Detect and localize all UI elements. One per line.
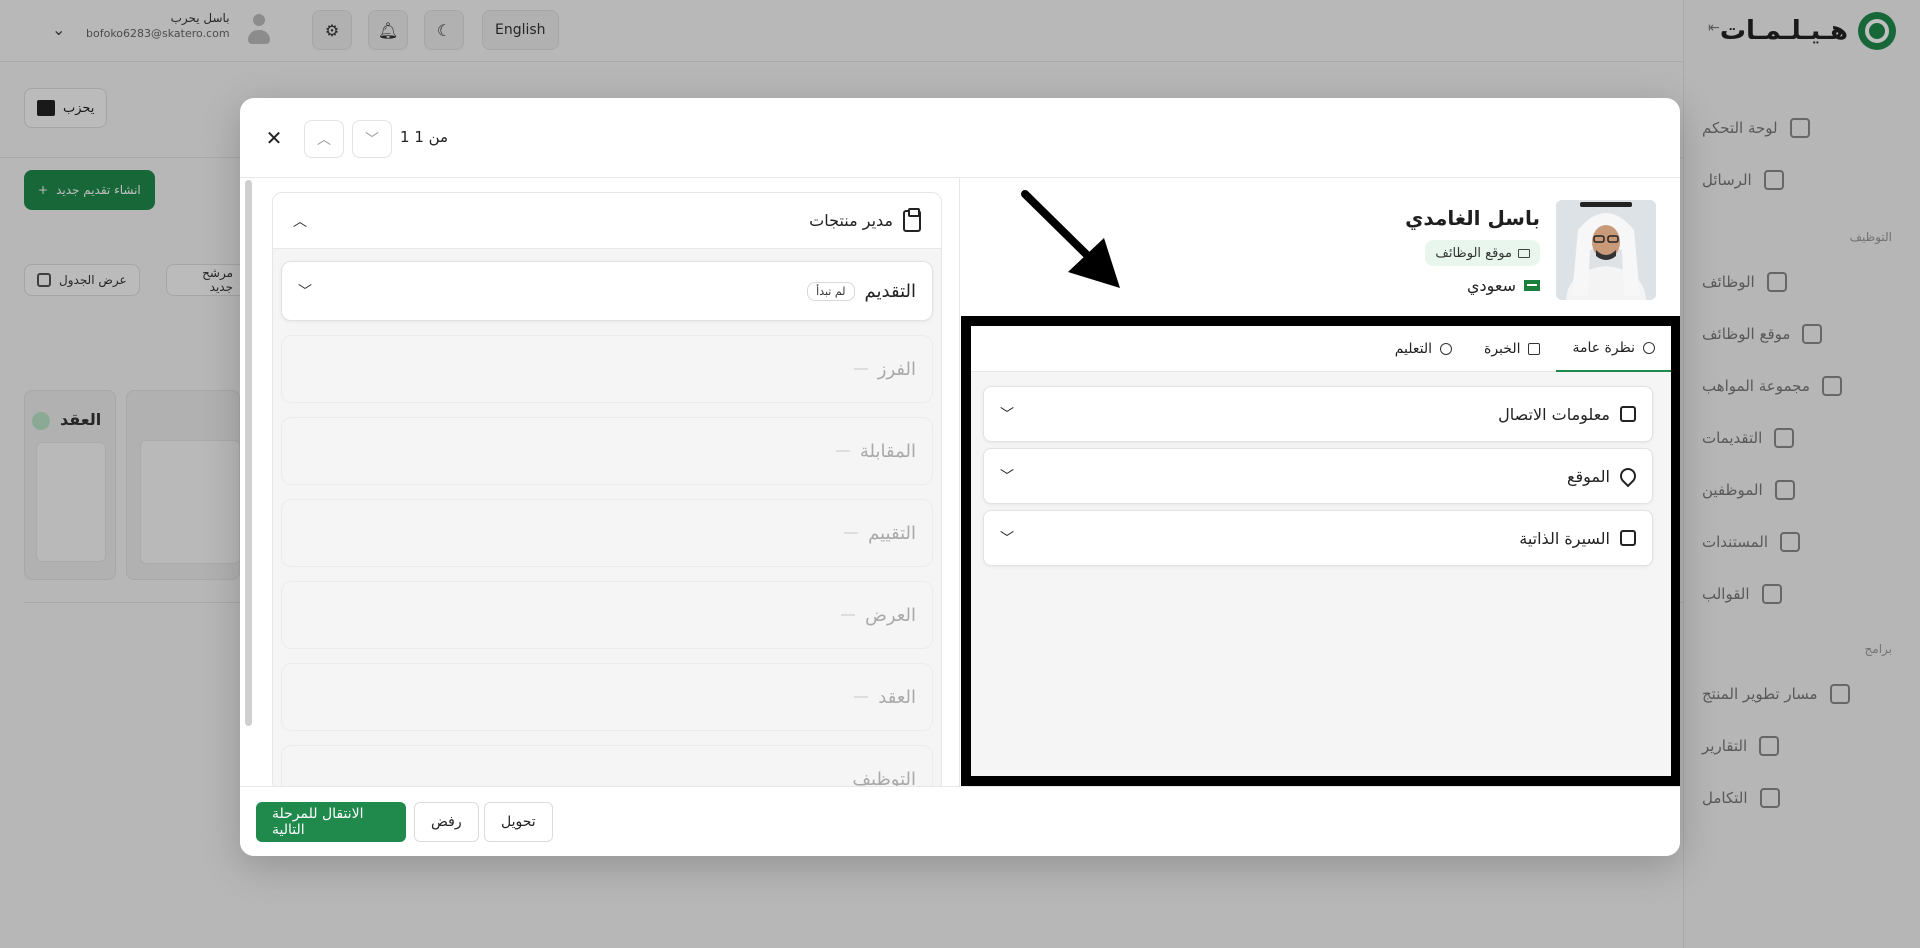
highlighted-panel: نظرة عامة الخبرة التعليم معلومات الاتصال…	[961, 316, 1680, 786]
candidate-modal: ✕ ︿ ﹀ 1 من 1 مدير منتجات ︿ التقديم لم تب…	[240, 98, 1680, 856]
job-card: مدير منتجات ︿ التقديم لم تبدأ ﹀ الفرز ال…	[272, 192, 942, 786]
candidate-name: باسل الغامدي	[1405, 206, 1540, 230]
scrollbar[interactable]	[245, 180, 252, 726]
stage-contract[interactable]: العقد	[281, 663, 933, 731]
user-icon	[1643, 342, 1655, 354]
tab-experience[interactable]: الخبرة	[1468, 326, 1556, 372]
document-icon	[1620, 530, 1636, 546]
chevron-up-icon: ︿	[317, 132, 331, 148]
saudi-flag-icon	[1524, 280, 1540, 291]
dash-icon	[841, 614, 856, 616]
next-button[interactable]: ﹀	[352, 120, 392, 158]
map-pin-icon	[1616, 464, 1640, 488]
job-header[interactable]: مدير منتجات ︿	[273, 193, 941, 249]
chevron-down-icon[interactable]: ﹀	[1000, 404, 1014, 424]
modal-body: مدير منتجات ︿ التقديم لم تبدأ ﹀ الفرز ال…	[240, 178, 1680, 786]
tab-education[interactable]: التعليم	[1379, 326, 1468, 372]
stage-application[interactable]: التقديم لم تبدأ ﹀	[281, 261, 933, 321]
annotation-arrow-icon	[1021, 190, 1120, 288]
source-badge: موقع الوظائف	[1425, 240, 1540, 266]
chevron-down-icon[interactable]: ﹀	[1000, 466, 1014, 486]
next-stage-button[interactable]: الانتقال للمرحلة التالية	[256, 802, 406, 842]
status-badge: لم تبدأ	[807, 281, 855, 301]
stage-interview[interactable]: المقابلة	[281, 417, 933, 485]
pipeline-pane: مدير منتجات ︿ التقديم لم تبدأ ﹀ الفرز ال…	[240, 178, 960, 786]
nationality: سعودي	[1467, 276, 1540, 295]
chevron-down-icon[interactable]: ﹀	[298, 281, 312, 301]
stage-assessment[interactable]: التقييم	[281, 499, 933, 567]
location-section[interactable]: الموقع ﹀	[983, 448, 1653, 504]
dash-icon	[835, 450, 850, 452]
contact-info-section[interactable]: معلومات الاتصال ﹀	[983, 386, 1653, 442]
transfer-button[interactable]: تحويل	[484, 802, 553, 842]
modal-footer: الانتقال للمرحلة التالية رفض تحويل	[240, 786, 1680, 856]
resume-section[interactable]: السيرة الذاتية ﹀	[983, 510, 1653, 566]
reject-button[interactable]: رفض	[414, 802, 479, 842]
building-icon	[1528, 343, 1541, 355]
modal-header: ✕ ︿ ﹀ 1 من 1	[240, 98, 1680, 178]
stage-hiring[interactable]: التوظيف	[281, 745, 933, 786]
pager: 1 من 1	[400, 128, 449, 146]
laptop-icon	[1518, 248, 1530, 258]
phone-icon	[1620, 406, 1636, 422]
chevron-up-icon[interactable]: ︿	[293, 211, 307, 231]
job-title: مدير منتجات	[809, 211, 893, 230]
previous-button[interactable]: ︿	[304, 120, 344, 158]
candidate-photo	[1556, 200, 1656, 300]
clipboard-icon	[903, 207, 921, 232]
close-button[interactable]: ✕	[260, 124, 288, 152]
stage-screening[interactable]: الفرز	[281, 335, 933, 403]
dash-icon	[854, 696, 869, 698]
chevron-down-icon[interactable]: ﹀	[1000, 528, 1014, 548]
chevron-down-icon: ﹀	[365, 132, 379, 148]
dash-icon	[844, 532, 859, 534]
dash-icon	[853, 368, 868, 370]
stage-offer[interactable]: العرض	[281, 581, 933, 649]
app-root: هـيـلـمـات ⇤ لوحة التحكم الرسائل التوظيف…	[0, 0, 1920, 948]
tab-overview[interactable]: نظرة عامة	[1556, 326, 1671, 372]
graduation-cap-icon	[1440, 343, 1452, 355]
profile-tabs: نظرة عامة الخبرة التعليم	[971, 326, 1671, 372]
close-icon: ✕	[265, 126, 283, 150]
